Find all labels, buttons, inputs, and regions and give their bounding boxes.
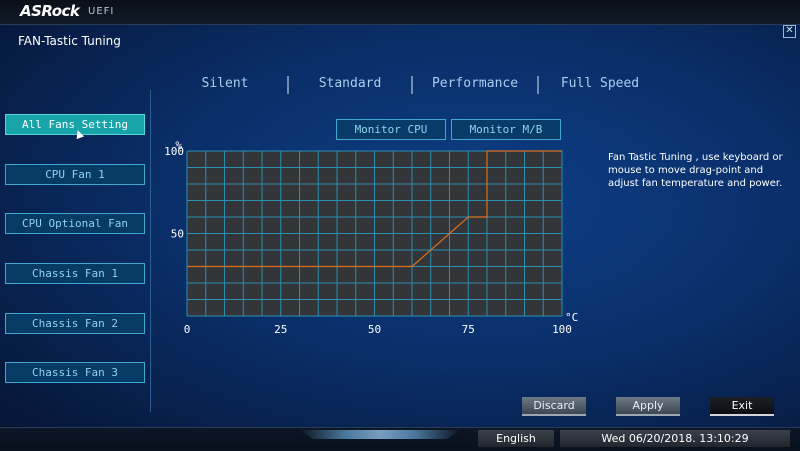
- page-title: FAN-Tastic Tuning: [18, 34, 121, 48]
- uefi-label: UEFI: [88, 6, 115, 17]
- preset-full-speed[interactable]: Full Speed: [540, 76, 660, 91]
- monitor-mb-button[interactable]: Monitor M/B: [451, 119, 561, 140]
- preset-silent[interactable]: Silent: [165, 76, 285, 91]
- close-icon[interactable]: ✕: [783, 25, 796, 38]
- fan-cpu-fan-1[interactable]: CPU Fan 1: [5, 164, 145, 185]
- fan-cpu-optional-fan[interactable]: CPU Optional Fan: [5, 213, 145, 234]
- y-unit-label: %: [175, 139, 182, 152]
- help-text: Fan Tastic Tuning , use keyboard or mous…: [608, 152, 783, 189]
- top-bar: ASRock UEFI: [0, 0, 800, 25]
- exit-button[interactable]: Exit: [710, 397, 774, 416]
- preset-performance[interactable]: Performance: [415, 76, 535, 91]
- discard-button[interactable]: Discard: [522, 397, 586, 416]
- monitor-cpu-button[interactable]: Monitor CPU: [336, 119, 446, 140]
- asrock-logo: ASRock: [20, 2, 80, 20]
- fan-curve-svg[interactable]: 0 25 50 75 10050100%°C: [160, 138, 590, 338]
- x-tick-label: 50: [368, 323, 381, 336]
- x-tick-label: 0: [184, 323, 191, 336]
- apply-button[interactable]: Apply: [616, 397, 680, 416]
- preset-separator: [537, 76, 539, 94]
- fan-chassis-fan-2[interactable]: Chassis Fan 2: [5, 313, 145, 334]
- bottom-accent-decoration: [300, 430, 460, 439]
- x-tick-label: 75: [462, 323, 475, 336]
- fan-chassis-fan-3[interactable]: Chassis Fan 3: [5, 362, 145, 383]
- x-tick-label: 25: [274, 323, 287, 336]
- x-unit-label: °C: [565, 311, 578, 324]
- language-selector[interactable]: English: [478, 430, 554, 447]
- preset-standard[interactable]: Standard: [290, 76, 410, 91]
- left-divider: [150, 90, 151, 412]
- fan-curve-chart[interactable]: 0 25 50 75 100 50 100% °C: [160, 138, 590, 338]
- preset-separator: [287, 76, 289, 94]
- x-tick-label: 100: [552, 323, 572, 336]
- datetime-display: Wed 06/20/2018. 13:10:29: [560, 430, 790, 447]
- fan-chassis-fan-1[interactable]: Chassis Fan 1: [5, 263, 145, 284]
- preset-bar: Silent Standard Performance Full Speed: [165, 76, 645, 96]
- preset-separator: [411, 76, 413, 94]
- y-tick-label: 50: [171, 228, 184, 241]
